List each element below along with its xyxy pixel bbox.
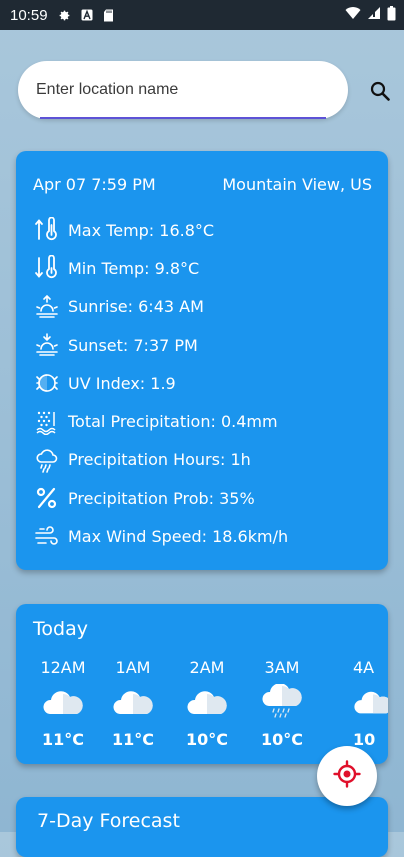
precipitation-prob-row: Precipitation Prob: 35% — [33, 479, 372, 517]
percent-icon — [33, 484, 61, 512]
hour-label: 2AM — [189, 658, 225, 677]
precipitation-hours-label: Precipitation Hours: 1h — [68, 450, 251, 470]
sunset-row: Sunset: 7:37 PM — [33, 326, 372, 364]
sunrise-label: Sunrise: 6:43 AM — [68, 297, 204, 317]
signal-icon — [367, 6, 381, 24]
hour-label: 4A — [353, 658, 375, 677]
hour-temp: 10°C — [260, 730, 303, 749]
min-temp-label: Min Temp: 9.8°C — [68, 258, 200, 278]
drizzle-cloud-icon — [252, 682, 312, 722]
thermometer-up-icon — [33, 216, 61, 244]
wifi-icon — [345, 6, 361, 24]
sunset-icon — [33, 331, 61, 359]
details-header: Apr 07 7:59 PM Mountain View, US — [33, 175, 372, 197]
hour-label: 3AM — [264, 658, 300, 677]
location-search-input[interactable] — [18, 61, 348, 119]
max-temp-label: Max Temp: 16.8°C — [68, 220, 215, 240]
wind-icon — [33, 523, 61, 551]
status-bar: 10:59 — [0, 0, 404, 30]
max-wind-speed-row: Max Wind Speed: 18.6km/h — [33, 517, 372, 555]
hour-temp: 11°C — [41, 730, 84, 749]
date-time: Apr 07 7:59 PM — [33, 175, 156, 194]
thermometer-down-icon — [33, 254, 61, 282]
sunrise-icon — [33, 293, 61, 321]
hour-item: 4A 10 — [353, 644, 388, 749]
cloud-icon — [177, 682, 237, 722]
rain-cloud-icon — [33, 446, 61, 474]
cloud-icon — [353, 682, 388, 722]
current-location-button[interactable] — [317, 746, 377, 806]
min-temp-row: Min Temp: 9.8°C — [33, 249, 372, 287]
a-badge-icon — [80, 8, 94, 22]
cloud-icon — [33, 682, 93, 722]
hour-item: 2AM 10°C — [177, 644, 237, 749]
battery-icon — [387, 5, 396, 25]
sunset-label: Sunset: 7:37 PM — [68, 335, 198, 355]
hour-label: 12AM — [40, 658, 86, 677]
cloud-icon — [103, 682, 163, 722]
weather-details-card: Apr 07 7:59 PM Mountain View, US Max Tem… — [16, 151, 388, 570]
today-hourly-card: Today 12AM 11°C 1AM 11°C 2AM 10°C 3AM 10… — [16, 604, 388, 764]
target-location-icon — [333, 760, 361, 792]
search-icon[interactable] — [367, 78, 393, 104]
hour-item: 1AM 11°C — [103, 644, 163, 749]
sd-card-icon — [102, 8, 116, 22]
search-underline — [40, 117, 326, 119]
hour-temp: 11°C — [111, 730, 154, 749]
seven-day-forecast-card: 7-Day Forecast — [16, 797, 388, 857]
uv-index-row: UV Index: 1.9 — [33, 364, 372, 402]
total-precipitation-row: Total Precipitation: 0.4mm — [33, 402, 372, 440]
hour-temp: 10°C — [185, 730, 228, 749]
max-temp-row: Max Temp: 16.8°C — [33, 211, 372, 249]
hour-item: 12AM 11°C — [33, 644, 93, 749]
sunrise-row: Sunrise: 6:43 AM — [33, 288, 372, 326]
precipitation-hours-row: Precipitation Hours: 1h — [33, 441, 372, 479]
today-title: Today — [33, 618, 88, 640]
hour-item: 3AM 10°C — [252, 644, 312, 749]
uv-index-icon — [33, 369, 61, 397]
gear-icon — [58, 8, 72, 22]
status-time: 10:59 — [10, 6, 48, 24]
hourly-list[interactable]: 12AM 11°C 1AM 11°C 2AM 10°C 3AM 10°C 4A … — [33, 644, 388, 764]
total-precipitation-label: Total Precipitation: 0.4mm — [68, 412, 278, 432]
hour-label: 1AM — [115, 658, 151, 677]
uv-index-label: UV Index: 1.9 — [68, 373, 176, 393]
precipitation-prob-label: Precipitation Prob: 35% — [68, 488, 255, 508]
search-box — [18, 61, 348, 119]
precipitation-icon — [33, 408, 61, 436]
location-name: Mountain View, US — [222, 175, 372, 194]
forecast-title: 7-Day Forecast — [37, 810, 180, 832]
hour-temp: 10 — [353, 730, 376, 749]
max-wind-speed-label: Max Wind Speed: 18.6km/h — [68, 527, 289, 547]
